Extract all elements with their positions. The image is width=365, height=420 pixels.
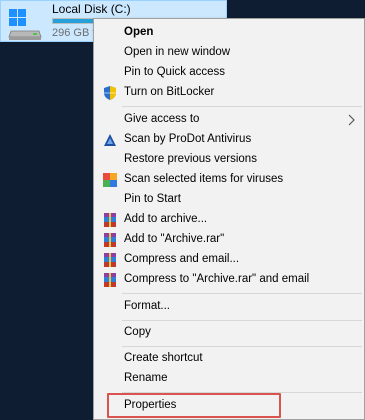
menu-item-restore-previous-versions[interactable]: Restore previous versions — [96, 150, 362, 170]
chevron-right-icon — [348, 114, 355, 126]
menu-item-compress-to-archive-rar-and-email[interactable]: Compress to "Archive.rar" and email — [96, 270, 362, 290]
menu-item-label: Scan by ProDot Antivirus — [124, 133, 252, 145]
menu-item-label: Restore previous versions — [124, 153, 257, 165]
menu-item-add-to-archive[interactable]: Add to archive... — [96, 210, 362, 230]
menu-item-copy[interactable]: Copy — [96, 323, 362, 343]
menu-item-label: Scan selected items for viruses — [124, 173, 284, 185]
menu-separator — [122, 320, 362, 321]
menu-item-label: Open — [124, 26, 154, 38]
menu-item-pin-to-start[interactable]: Pin to Start — [96, 190, 362, 210]
menu-item-add-to-archive-rar[interactable]: Add to "Archive.rar" — [96, 230, 362, 250]
antivirus-icon — [104, 134, 116, 146]
menu-separator — [122, 106, 362, 107]
menu-item-open[interactable]: Open — [96, 23, 362, 43]
menu-item-open-in-new-window[interactable]: Open in new window — [96, 43, 362, 63]
menu-item-label: Pin to Start — [124, 193, 181, 205]
menu-item-label: Compress and email... — [124, 253, 240, 265]
menu-item-label: Add to "Archive.rar" — [124, 233, 225, 245]
menu-item-label: Give access to — [124, 113, 200, 125]
menu-item-give-access-to[interactable]: Give access to — [96, 110, 362, 130]
shield-icon — [104, 86, 116, 100]
windows-drive-icon — [8, 9, 42, 40]
menu-item-label: Create shortcut — [124, 352, 203, 364]
virus-scan-icon — [103, 173, 117, 187]
menu-item-rename[interactable]: Rename — [96, 369, 362, 389]
menu-item-pin-to-quick-access[interactable]: Pin to Quick access — [96, 63, 362, 83]
menu-item-label: Format... — [124, 300, 171, 312]
winrar-icon — [104, 233, 116, 247]
menu-item-scan-by-prodot-antivirus[interactable]: Scan by ProDot Antivirus — [96, 130, 362, 150]
drive-free-space-label: 296 GB f — [52, 27, 96, 39]
menu-item-label: Rename — [124, 372, 168, 384]
menu-item-label: Compress to "Archive.rar" and email — [124, 273, 310, 285]
drive-name-label: Local Disk (C:) — [52, 2, 131, 16]
menu-item-format[interactable]: Format... — [96, 297, 362, 317]
menu-item-scan-selected-items[interactable]: Scan selected items for viruses — [96, 170, 362, 190]
menu-item-create-shortcut[interactable]: Create shortcut — [96, 349, 362, 369]
menu-item-turn-on-bitlocker[interactable]: Turn on BitLocker — [96, 83, 362, 103]
menu-separator — [122, 346, 362, 347]
winrar-icon — [104, 213, 116, 227]
menu-item-label: Add to archive... — [124, 213, 208, 225]
menu-item-compress-and-email[interactable]: Compress and email... — [96, 250, 362, 270]
menu-item-label: Open in new window — [124, 46, 231, 58]
properties-highlight-box — [107, 393, 281, 418]
winrar-icon — [104, 273, 116, 287]
context-menu: Open Open in new window Pin to Quick acc… — [93, 18, 365, 420]
winrar-icon — [104, 253, 116, 267]
menu-item-label: Pin to Quick access — [124, 66, 225, 78]
menu-item-label: Copy — [124, 326, 151, 338]
menu-item-label: Turn on BitLocker — [124, 86, 215, 98]
menu-separator — [122, 293, 362, 294]
